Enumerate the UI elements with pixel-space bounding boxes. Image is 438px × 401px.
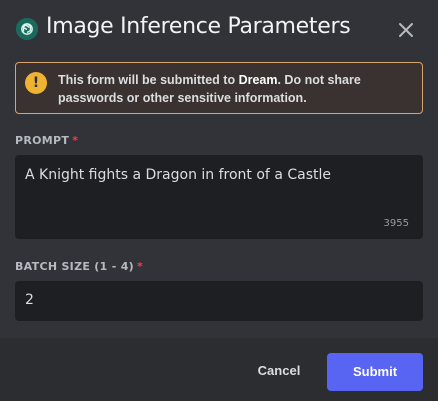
modal-title: Image Inference Parameters <box>46 14 351 39</box>
prompt-label: PROMPT * <box>15 134 78 147</box>
warning-text-before: This form will be submitted to <box>58 73 239 87</box>
submit-button[interactable]: Submit <box>327 353 423 391</box>
prompt-label-text: PROMPT <box>15 134 70 147</box>
batch-size-input[interactable]: 2 <box>15 281 423 321</box>
prompt-value: A Knight fights a Dragon in front of a C… <box>25 167 331 183</box>
image-inference-modal: Image Inference Parameters ! This form w… <box>0 0 438 401</box>
exclamation-icon: ! <box>25 72 47 94</box>
character-counter: 3955 <box>383 218 409 229</box>
cancel-button[interactable]: Cancel <box>250 352 308 390</box>
modal-header: Image Inference Parameters <box>0 0 438 62</box>
warning-target: Dream <box>238 73 278 87</box>
batch-size-label-text: BATCH SIZE (1 - 4) <box>15 260 134 273</box>
openai-icon <box>16 18 38 40</box>
prompt-textarea[interactable]: A Knight fights a Dragon in front of a C… <box>15 155 423 239</box>
modal-footer: Cancel Submit <box>0 338 438 401</box>
required-mark: * <box>136 260 144 273</box>
batch-size-label: BATCH SIZE (1 - 4) * <box>15 260 143 273</box>
warning-text: This form will be submitted to Dream. Do… <box>58 71 418 107</box>
close-icon[interactable] <box>396 20 416 40</box>
batch-size-value: 2 <box>25 292 34 308</box>
required-mark: * <box>72 134 79 147</box>
warning-banner: ! This form will be submitted to Dream. … <box>15 62 423 114</box>
